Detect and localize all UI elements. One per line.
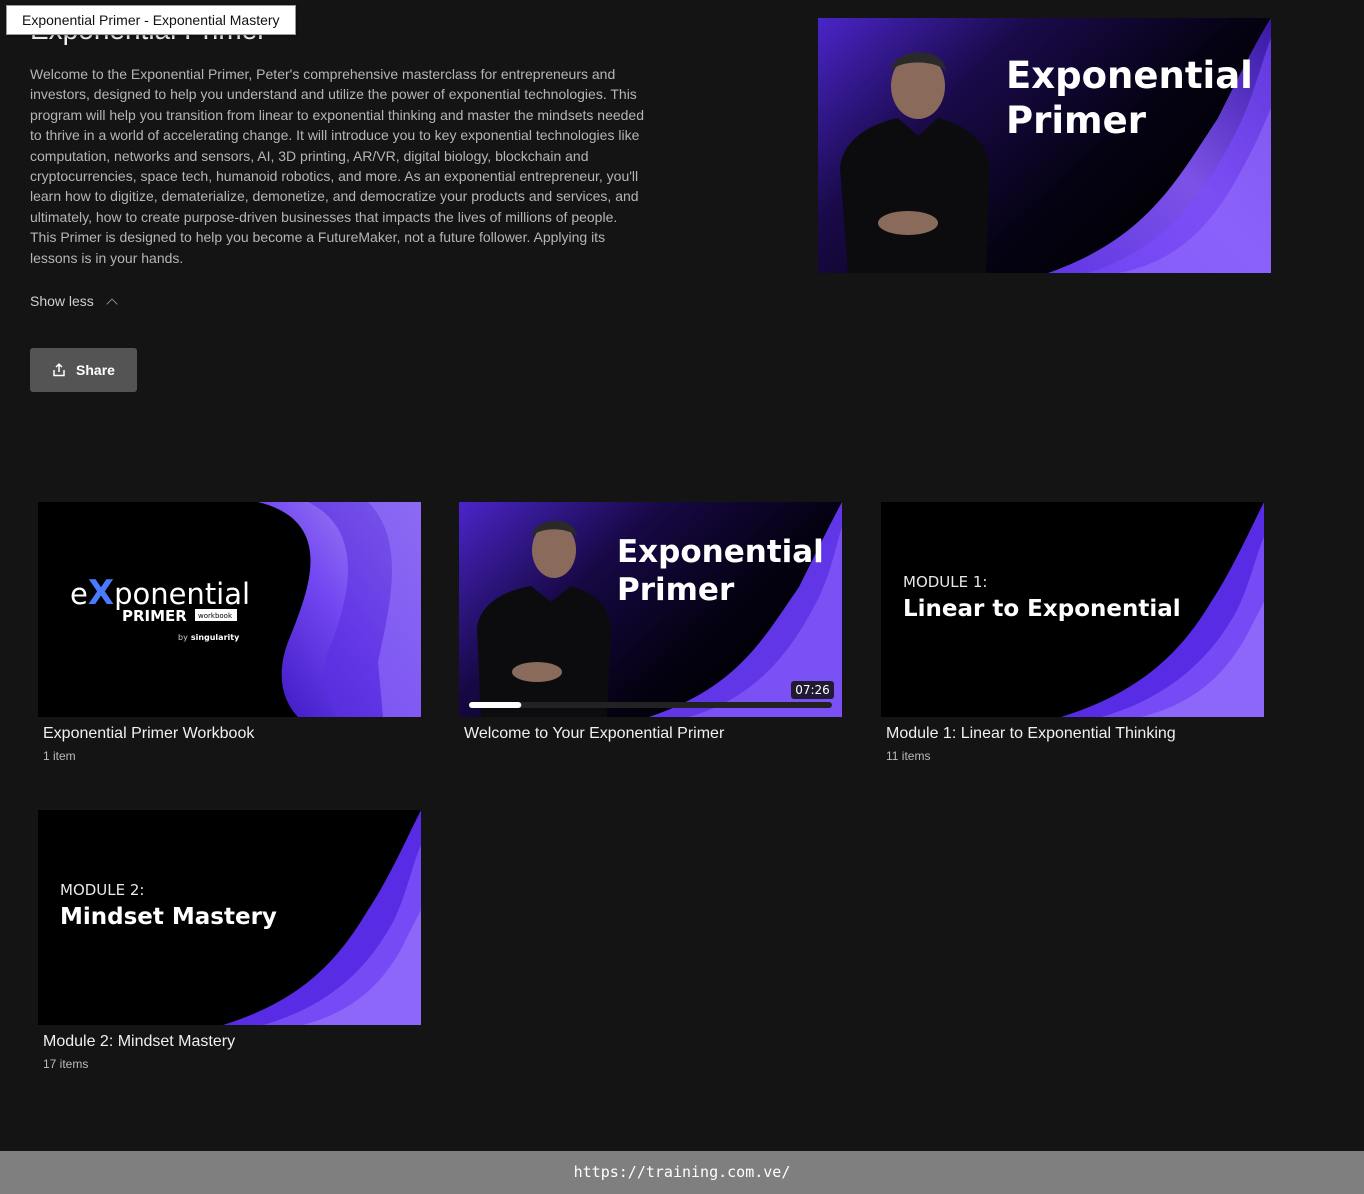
module-heading: Mindset Mastery bbox=[60, 904, 277, 930]
brand-e: e bbox=[70, 577, 88, 611]
brand-singularity: singularity bbox=[191, 633, 240, 642]
module-kicker: MODULE 1: bbox=[903, 573, 987, 591]
card-title[interactable]: Module 2: Mindset Mastery bbox=[43, 1033, 421, 1051]
card-module-1[interactable]: MODULE 1: Linear to Exponential Module 1… bbox=[881, 502, 1264, 763]
window-title-tooltip: Exponential Primer - Exponential Mastery bbox=[6, 5, 296, 35]
share-button[interactable]: Share bbox=[30, 348, 137, 392]
footer-url: https://training.com.ve/ bbox=[0, 1151, 1364, 1194]
course-description: Welcome to the Exponential Primer, Peter… bbox=[30, 66, 645, 266]
show-less-label: Show less bbox=[30, 293, 94, 309]
module-heading: Linear to Exponential bbox=[903, 596, 1181, 622]
card-thumbnail[interactable]: eXponential PRIMER workbook by singularit… bbox=[38, 502, 421, 717]
hero-line2: Primer bbox=[1006, 99, 1147, 142]
card-workbook[interactable]: eXponential PRIMER workbook by singularit… bbox=[38, 502, 421, 763]
card-thumbnail[interactable]: MODULE 1: Linear to Exponential bbox=[881, 502, 1264, 717]
share-label: Share bbox=[76, 362, 115, 378]
card-title[interactable]: Module 1: Linear to Exponential Thinking bbox=[886, 725, 1264, 743]
brand-primer: PRIMER bbox=[122, 607, 187, 625]
card-thumbnail[interactable]: MODULE 2: Mindset Mastery bbox=[38, 810, 421, 1025]
card-title[interactable]: Exponential Primer Workbook bbox=[43, 725, 421, 743]
card-item-count: 1 item bbox=[43, 749, 76, 763]
hero-image: Exponential Primer bbox=[818, 18, 1271, 273]
thumb-line1: Exponential bbox=[617, 534, 824, 570]
svg-text:bysingularity: by singularity bbox=[178, 633, 240, 642]
brand-x: X bbox=[88, 573, 114, 613]
brand-rest: ponential bbox=[114, 577, 250, 611]
progress-track bbox=[469, 702, 832, 708]
card-module-2[interactable]: MODULE 2: Mindset Mastery Module 2: Mind… bbox=[38, 810, 421, 1071]
show-less-toggle[interactable]: Show less bbox=[30, 293, 118, 310]
card-item-count: 17 items bbox=[43, 1057, 89, 1071]
progress-fill bbox=[469, 702, 522, 708]
card-title[interactable]: Welcome to Your Exponential Primer bbox=[464, 725, 842, 743]
module-kicker: MODULE 2: bbox=[60, 881, 144, 899]
chevron-up-icon bbox=[106, 297, 118, 310]
share-icon bbox=[53, 363, 65, 377]
card-welcome-video[interactable]: Exponential Primer 07:26 Welcome to Your… bbox=[459, 502, 842, 743]
hero-line1: Exponential bbox=[1006, 54, 1253, 97]
thumb-line2: Primer bbox=[617, 572, 735, 608]
card-thumbnail[interactable]: Exponential Primer 07:26 bbox=[459, 502, 842, 717]
video-duration: 07:26 bbox=[795, 683, 830, 697]
brand-workbook: workbook bbox=[198, 612, 233, 620]
brand-by: by bbox=[178, 633, 188, 642]
card-item-count: 11 items bbox=[886, 749, 931, 763]
